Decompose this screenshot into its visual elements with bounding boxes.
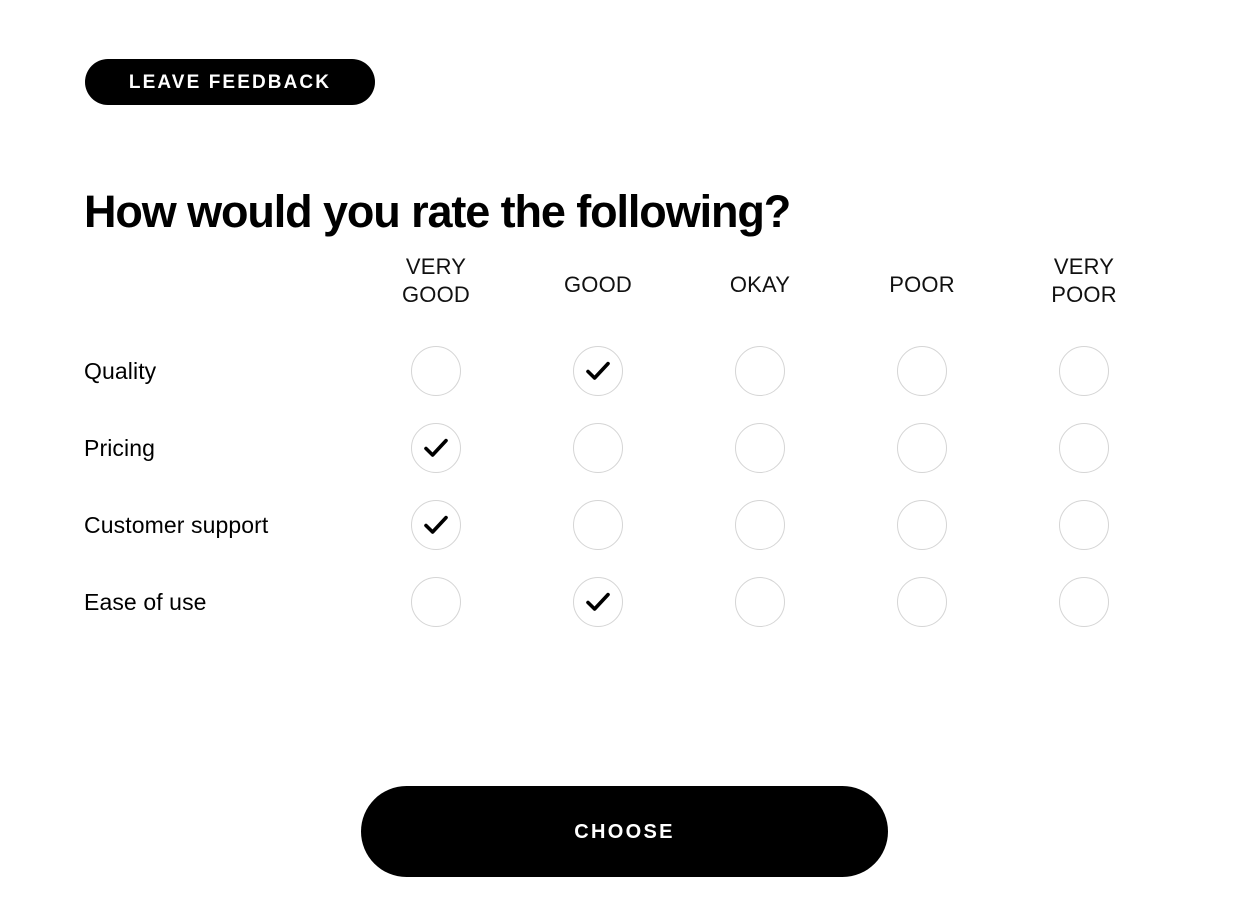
rating-option-pricing-very-poor[interactable] [1059, 423, 1109, 473]
choose-button-label: CHOOSE [574, 820, 675, 843]
rating-option-customer-support-very-good[interactable] [411, 500, 461, 550]
column-header-line: VERY [1053, 254, 1115, 279]
rating-option-quality-poor[interactable] [897, 346, 947, 396]
rating-option-quality-good[interactable] [573, 346, 623, 396]
column-header-very-good: VERY GOOD [361, 253, 511, 309]
column-header-line: GOOD [563, 272, 633, 297]
rating-option-pricing-good[interactable] [573, 423, 623, 473]
rating-option-quality-very-poor[interactable] [1059, 346, 1109, 396]
row-label-pricing: Pricing [84, 435, 156, 461]
column-header-okay: OKAY [685, 271, 835, 299]
rating-option-ease-of-use-very-good[interactable] [411, 577, 461, 627]
feedback-page: LEAVE FEEDBACK How would you rate the fo… [0, 0, 1252, 914]
rating-option-quality-very-good[interactable] [411, 346, 461, 396]
leave-feedback-badge-label: LEAVE FEEDBACK [128, 71, 332, 93]
column-header-poor: POOR [847, 271, 997, 299]
column-header-good: GOOD [523, 271, 673, 299]
rating-option-pricing-very-good[interactable] [411, 423, 461, 473]
rating-option-customer-support-okay[interactable] [735, 500, 785, 550]
rating-option-ease-of-use-very-poor[interactable] [1059, 577, 1109, 627]
rating-option-quality-okay[interactable] [735, 346, 785, 396]
rating-option-pricing-okay[interactable] [735, 423, 785, 473]
rating-option-customer-support-good[interactable] [573, 500, 623, 550]
row-label-quality: Quality [84, 358, 157, 384]
column-header-line: VERY [405, 254, 467, 279]
leave-feedback-badge: LEAVE FEEDBACK [85, 59, 375, 105]
column-header-line: POOR [1051, 282, 1117, 308]
check-icon [424, 438, 448, 457]
column-header-line: POOR [889, 272, 955, 297]
rating-option-pricing-poor[interactable] [897, 423, 947, 473]
column-header-line: GOOD [401, 282, 471, 308]
column-header-line: OKAY [729, 272, 791, 297]
check-icon [586, 592, 610, 611]
column-header-very-poor: VERY POOR [1009, 253, 1159, 309]
row-label-ease-of-use: Ease of use [84, 589, 207, 615]
check-icon [586, 361, 610, 380]
rating-option-customer-support-poor[interactable] [897, 500, 947, 550]
rating-option-ease-of-use-poor[interactable] [897, 577, 947, 627]
rating-option-customer-support-very-poor[interactable] [1059, 500, 1109, 550]
rating-option-ease-of-use-good[interactable] [573, 577, 623, 627]
page-title: How would you rate the following? [84, 186, 791, 238]
rating-option-ease-of-use-okay[interactable] [735, 577, 785, 627]
row-label-customer-support: Customer support [84, 512, 269, 538]
check-icon [424, 515, 448, 534]
choose-button[interactable]: CHOOSE [361, 786, 888, 877]
